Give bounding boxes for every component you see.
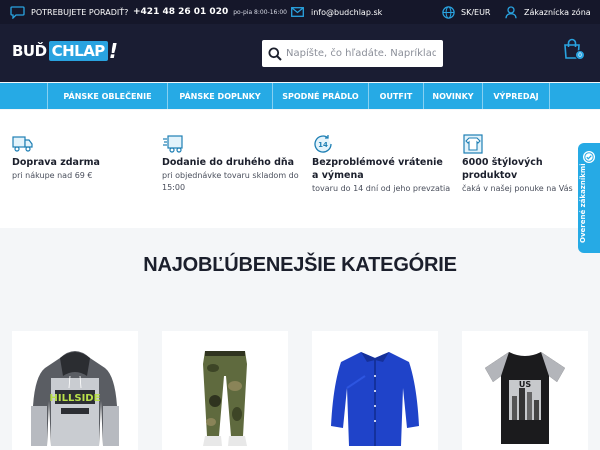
benefit-subtitle: čaká v našej ponuke na Vás: [462, 184, 573, 193]
phone-number[interactable]: +421 48 26 01 020: [133, 7, 228, 17]
raglan-tshirt-image: US: [485, 352, 565, 444]
benefit-title: Doprava zdarma: [12, 157, 100, 168]
nav-item-panske-doplnky[interactable]: PÁNSKE DOPLNKY: [167, 83, 272, 109]
hoodie-print: HILLSIDE: [50, 393, 101, 404]
category-card-hoodie[interactable]: HILLSIDE: [12, 331, 138, 450]
email-link[interactable]: info@budchlap.sk: [291, 0, 382, 24]
opening-hours: po-pia 8:00-16:00: [233, 8, 287, 16]
category-card-pants[interactable]: [162, 331, 288, 450]
blue-shirt-image: [331, 352, 419, 446]
benefit-subtitle: pri nákupe nad 69 €: [12, 171, 93, 180]
chat-icon: [10, 5, 25, 19]
locale-label[interactable]: SK/EUR: [461, 8, 491, 17]
nav-item-novinky[interactable]: NOVINKY: [423, 83, 482, 109]
logo-mark: !: [108, 39, 118, 63]
help-label: POTREBUJETE PORADIŤ?: [31, 7, 129, 17]
nav-item-vypredaj[interactable]: VÝPREDAJ: [482, 83, 550, 109]
email-address[interactable]: info@budchlap.sk: [311, 8, 382, 17]
account-link[interactable]: Zákaznícka zóna: [505, 0, 591, 24]
benefit-easy-returns: 14 Bezproblémové vrátenie a výmena tovar…: [312, 134, 452, 195]
benefit-free-shipping: Doprava zdarma pri nákupe nad 69 €: [12, 134, 152, 182]
category-card-tshirt[interactable]: US: [462, 331, 588, 450]
delivery-truck-icon: [12, 134, 34, 154]
site-logo[interactable]: BUĎ CHLAP !: [12, 38, 118, 64]
search-box: [262, 40, 443, 67]
logo-word-2: CHLAP: [48, 41, 108, 61]
locale-switcher[interactable]: SK/EUR: [442, 0, 491, 24]
benefit-product-range: 6000 štýlových produktov čaká v našej po…: [462, 134, 580, 195]
search-input[interactable]: [286, 48, 436, 59]
logo-word-1: BUĎ: [12, 42, 47, 60]
top-bar: POTREBUJETE PORADIŤ? +421 48 26 01 020 p…: [0, 0, 600, 24]
benefit-subtitle: pri objednávke tovaru skladom do 15:00: [162, 171, 299, 192]
help-info: POTREBUJETE PORADIŤ?: [10, 0, 128, 24]
benefit-title: 6000 štýlových produktov: [462, 157, 543, 181]
hoodie-image: HILLSIDE: [31, 351, 119, 446]
envelope-icon: [291, 7, 304, 17]
categories-heading: NAJOBĽÚBENEJŠIE KATEGÓRIE: [143, 254, 457, 276]
category-card-shirt[interactable]: [312, 331, 438, 450]
nav-item-spodne-pradlo[interactable]: SPODNÉ PRÁDLO: [272, 83, 368, 109]
fast-delivery-icon: [162, 134, 184, 154]
benefit-subtitle: tovaru do 14 dní od jeho prevzatia: [312, 184, 451, 193]
svg-text:14: 14: [318, 141, 328, 149]
benefit-title: Bezproblémové vrátenie a výmena: [312, 157, 443, 181]
user-icon: [505, 5, 517, 19]
benefit-title: Dodanie do druhého dňa: [162, 157, 295, 168]
account-label[interactable]: Zákaznícka zóna: [524, 8, 591, 17]
search-icon[interactable]: [264, 40, 286, 67]
benefit-next-day-delivery: Dodanie do druhého dňa pri objednávke to…: [162, 134, 302, 194]
nav-item-panske-oblecenie[interactable]: PÁNSKE OBLEČENIE: [47, 83, 167, 109]
nav-item-outfit[interactable]: OUTFIT: [368, 83, 423, 109]
verified-customers-tab[interactable]: Overené zákazníkmi: [578, 143, 600, 253]
globe-icon: [442, 5, 455, 19]
verified-customers-label: Overené zákazníkmi: [579, 163, 587, 243]
tshirt-print: US: [519, 380, 531, 389]
return-14-icon: 14: [312, 134, 334, 154]
cart-count-badge: 0: [575, 50, 585, 60]
phone-link[interactable]: +421 48 26 01 020 po-pia 8:00-16:00: [133, 0, 287, 24]
shirt-icon: [462, 134, 484, 154]
benefits-bar: Doprava zdarma pri nákupe nad 69 € Dodan…: [0, 110, 600, 228]
verified-badge-icon: [582, 149, 596, 163]
main-nav: PÁNSKE OBLEČENIE PÁNSKE DOPLNKY SPODNÉ P…: [0, 83, 600, 109]
camo-pants-image: [203, 351, 247, 446]
